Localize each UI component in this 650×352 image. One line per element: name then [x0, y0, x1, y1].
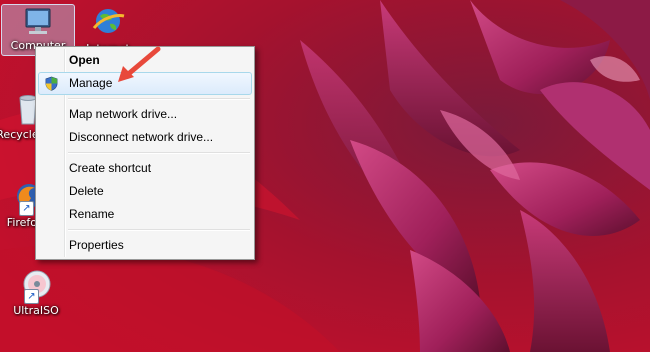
menu-item-properties[interactable]: Properties: [38, 234, 252, 257]
desktop-icon-ultraiso[interactable]: ↗ UltraISO: [0, 268, 72, 318]
menu-item-label: Manage: [69, 76, 113, 90]
shortcut-arrow-icon: ↗: [24, 289, 39, 304]
menu-separator: [68, 98, 250, 100]
internet-globe-icon: [88, 6, 128, 46]
uac-shield-icon: [45, 76, 58, 91]
menu-item-rename[interactable]: Rename: [38, 203, 252, 226]
menu-item-map-network-drive[interactable]: Map network drive...: [38, 103, 252, 126]
menu-separator: [68, 229, 250, 231]
ultraiso-disc-icon: ↗: [16, 268, 56, 308]
menu-separator: [68, 152, 250, 154]
menu-item-delete[interactable]: Delete: [38, 180, 252, 203]
menu-item-create-shortcut[interactable]: Create shortcut: [38, 157, 252, 180]
annotation-arrow-icon: [118, 46, 161, 82]
computer-icon: [18, 7, 58, 47]
menu-item-disconnect-network-drive[interactable]: Disconnect network drive...: [38, 126, 252, 149]
shortcut-arrow-icon: ↗: [19, 201, 34, 216]
